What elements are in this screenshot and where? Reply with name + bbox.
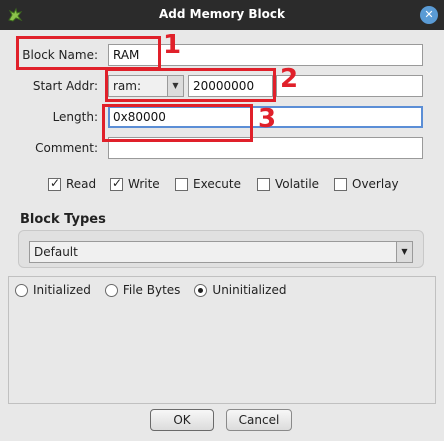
initialized-label: Initialized bbox=[33, 283, 91, 297]
uninitialized-label: Uninitialized bbox=[212, 283, 287, 297]
block-type-select[interactable]: Default ▼ bbox=[29, 241, 413, 263]
initialized-radio[interactable]: Initialized bbox=[15, 283, 91, 297]
execute-checkbox[interactable]: Execute bbox=[175, 177, 241, 191]
execute-check-box[interactable] bbox=[175, 177, 188, 191]
execute-label: Execute bbox=[193, 177, 241, 191]
file-bytes-label: File Bytes bbox=[122, 283, 181, 297]
initialization-panel: Initialized File Bytes Uninitialized bbox=[8, 276, 436, 404]
init-radio-group: Initialized File Bytes Uninitialized bbox=[15, 283, 286, 297]
volatile-check-box[interactable] bbox=[257, 177, 270, 191]
uninitialized-radio-circle[interactable] bbox=[194, 283, 208, 297]
write-label: Write bbox=[128, 177, 160, 191]
volatile-label: Volatile bbox=[275, 177, 320, 191]
block-type-value: Default bbox=[34, 245, 78, 259]
start-addr-label: Start Addr: bbox=[32, 79, 98, 93]
chevron-down-icon[interactable]: ▼ bbox=[396, 242, 412, 262]
annotation-number-3: 3 bbox=[258, 104, 277, 134]
read-check-box[interactable] bbox=[48, 176, 61, 191]
read-checkbox[interactable]: Read bbox=[48, 176, 97, 191]
annotation-box-1 bbox=[16, 36, 161, 70]
write-check-box[interactable] bbox=[110, 176, 123, 191]
overlay-check-box[interactable] bbox=[334, 177, 347, 191]
ok-button[interactable]: OK bbox=[150, 409, 214, 431]
file-bytes-radio-circle[interactable] bbox=[104, 283, 118, 297]
length-label: Length: bbox=[52, 110, 98, 124]
annotation-box-2 bbox=[105, 68, 276, 102]
file-bytes-radio[interactable]: File Bytes bbox=[104, 283, 181, 297]
window-title: Add Memory Block bbox=[159, 7, 285, 21]
write-checkbox[interactable]: Write bbox=[110, 176, 160, 191]
title-bar: Add Memory Block ✕ bbox=[0, 0, 444, 30]
read-label: Read bbox=[66, 177, 97, 191]
close-icon[interactable]: ✕ bbox=[420, 6, 438, 24]
annotation-box-3 bbox=[102, 104, 253, 142]
volatile-checkbox[interactable]: Volatile bbox=[257, 177, 319, 191]
annotation-number-1: 1 bbox=[163, 30, 182, 60]
comment-label: Comment: bbox=[35, 141, 98, 155]
block-types-heading: Block Types bbox=[20, 212, 106, 227]
cancel-button[interactable]: Cancel bbox=[226, 409, 292, 431]
block-types-panel: Default ▼ bbox=[18, 230, 424, 268]
overlay-label: Overlay bbox=[352, 177, 399, 191]
overlay-checkbox[interactable]: Overlay bbox=[334, 177, 399, 191]
annotation-number-2: 2 bbox=[280, 64, 299, 94]
uninitialized-radio[interactable]: Uninitialized bbox=[194, 283, 286, 297]
initialized-radio-circle[interactable] bbox=[15, 283, 28, 297]
